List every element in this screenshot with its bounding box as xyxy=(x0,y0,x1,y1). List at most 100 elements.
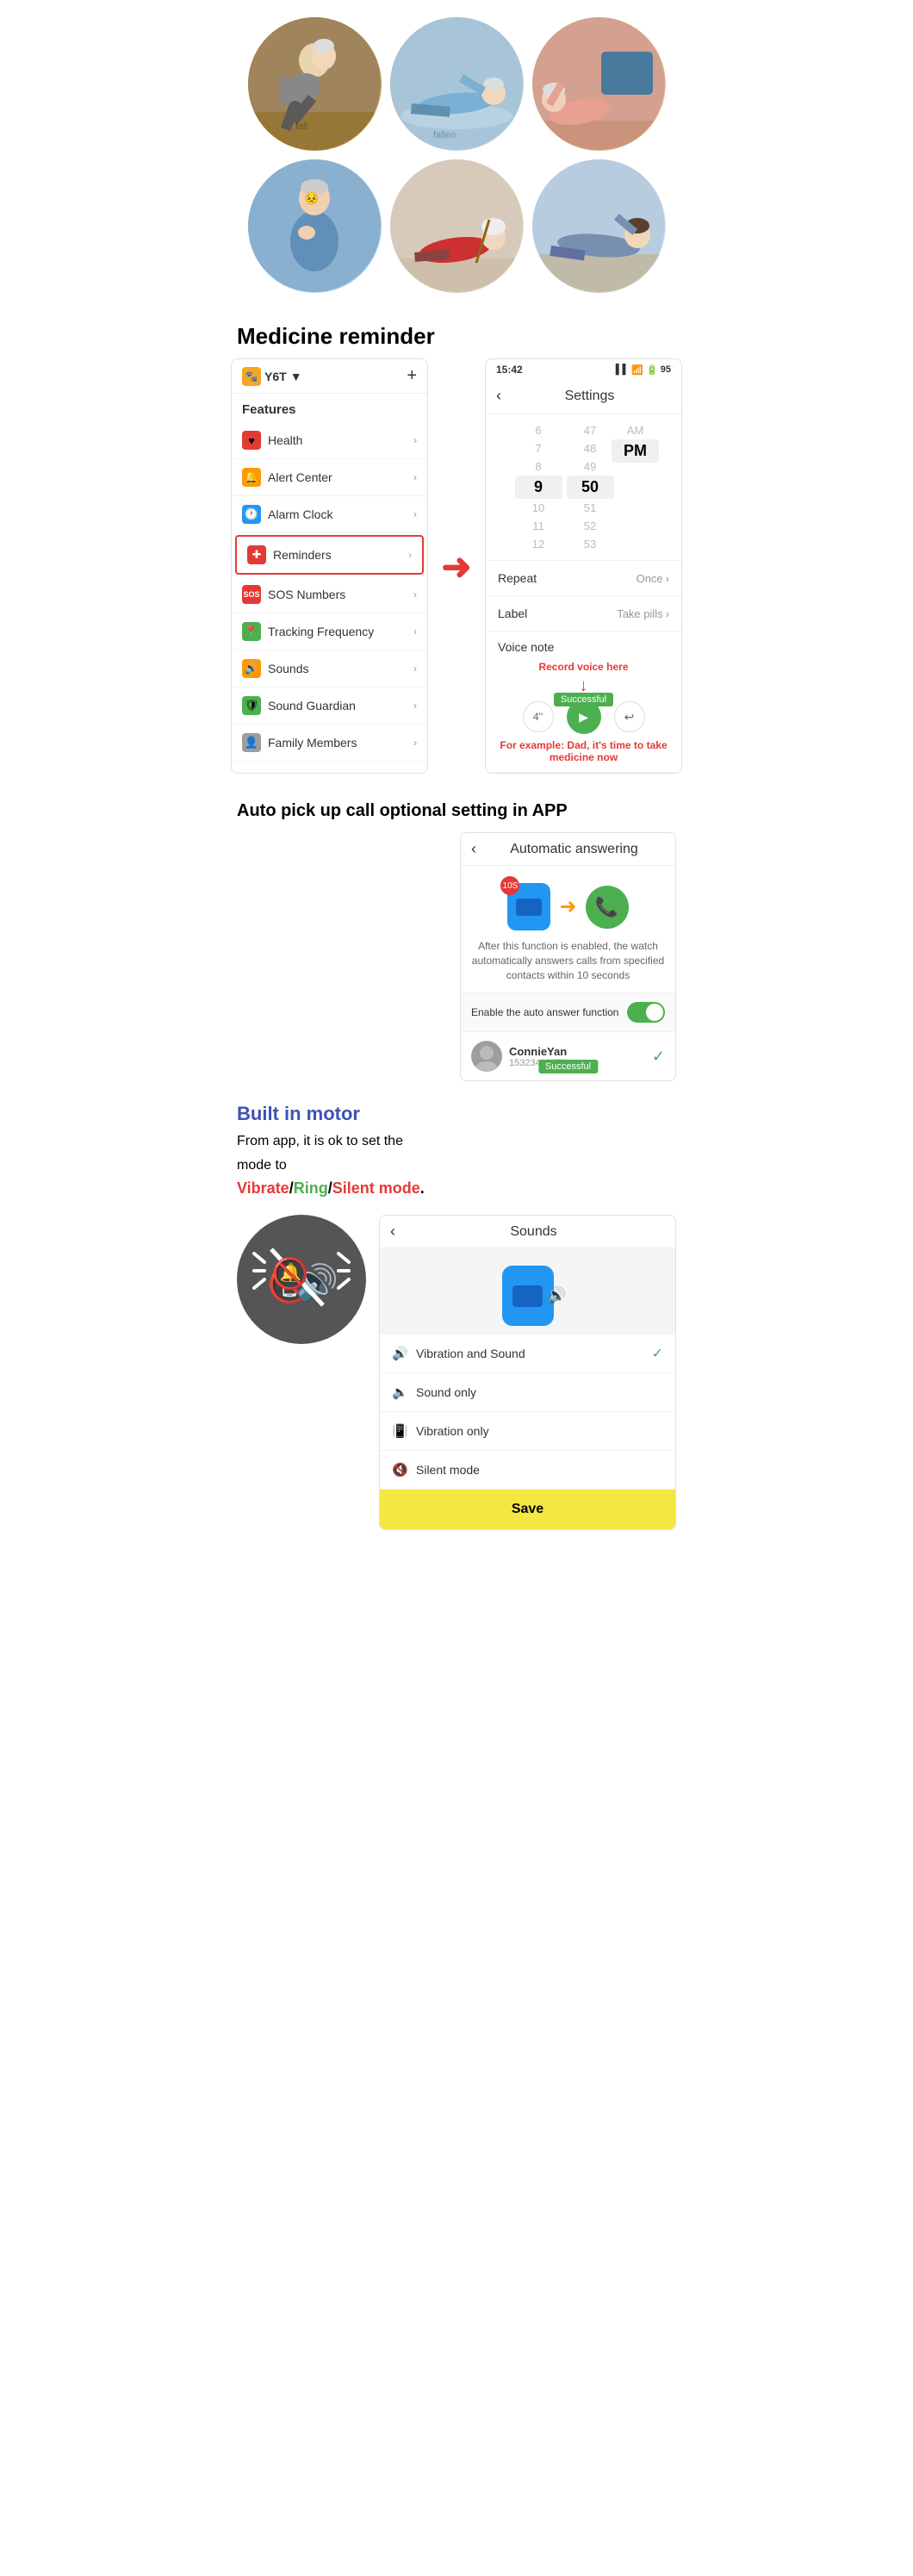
vibration-sound-check: ✓ xyxy=(652,1345,663,1362)
hour-column[interactable]: 6 7 8 9 10 11 12 xyxy=(512,421,564,553)
vibration-only-label: Vibration only xyxy=(416,1424,663,1438)
watch-screen xyxy=(516,899,542,916)
status-bar: 15:42 ▌▌ 📶 🔋 95 xyxy=(486,359,681,378)
min-53: 53 xyxy=(584,535,596,553)
silent-mode-text: Silent mode xyxy=(332,1179,420,1197)
sound-option-sound-only[interactable]: 🔈 Sound only xyxy=(380,1373,675,1412)
label-row[interactable]: Label Take pills › xyxy=(486,596,681,632)
hero-circle-4: 😣 xyxy=(248,159,382,293)
auto-description: After this function is enabled, the watc… xyxy=(461,939,675,992)
sos-chevron: › xyxy=(413,588,417,600)
logo-icon: 🐾 xyxy=(242,367,261,386)
feature-item-sounds[interactable]: 🔊 Sounds › xyxy=(232,650,427,688)
toggle-switch[interactable] xyxy=(627,1002,665,1023)
motor-section: Built in motor From app, it is ok to set… xyxy=(224,1090,689,1543)
watch-sound-container: 🔊 xyxy=(502,1266,554,1326)
motor-icon-circle: 📵 🔊 🔕 xyxy=(237,1215,366,1344)
family-icon: 👤 xyxy=(242,733,261,752)
alert-icon: 🔔 xyxy=(242,468,261,487)
auto-left-area xyxy=(237,832,451,1081)
reminders-icon: ✚ xyxy=(247,545,266,564)
feature-item-guardian[interactable]: 🛡 Sound Guardian › xyxy=(232,688,427,725)
ampm-am[interactable]: AM xyxy=(627,421,644,439)
min-50-selected[interactable]: 50 xyxy=(567,476,614,499)
min-49: 49 xyxy=(584,457,596,476)
health-chevron: › xyxy=(413,434,417,446)
sound-only-label: Sound only xyxy=(416,1385,663,1399)
sounds-chevron: › xyxy=(413,663,417,675)
vibrate-mode-text: Vibrate xyxy=(237,1179,289,1197)
red-arrow-container: ➜ xyxy=(435,358,478,774)
back-arrow-button[interactable]: ‹ xyxy=(496,387,501,405)
signal-icon: ▌▌ xyxy=(616,364,630,375)
auto-pickup-content: ‹ Automatic answering 10S ➜ 📞 After this… xyxy=(237,832,676,1081)
record-annotation: Record voice here xyxy=(498,661,669,673)
sound-option-vibration-and-sound[interactable]: 🔊 Vibration and Sound ✓ xyxy=(380,1335,675,1373)
dropdown-arrow[interactable]: ▼ xyxy=(290,370,302,383)
feature-item-family[interactable]: 👤 Family Members › xyxy=(232,725,427,762)
sound-option-silent-mode[interactable]: 🔇 Silent mode xyxy=(380,1451,675,1490)
repeat-row[interactable]: Repeat Once › xyxy=(486,561,681,596)
feature-item-sos[interactable]: SOS SOS Numbers › xyxy=(232,576,427,613)
feature-item-health[interactable]: ♥ Health › xyxy=(232,422,427,459)
features-label: Features xyxy=(232,394,427,422)
auto-pickup-title: Auto pick up call optional setting in AP… xyxy=(237,800,676,822)
sounds-back-button[interactable]: ‹ xyxy=(390,1223,395,1241)
settings-header: ‹ Settings xyxy=(486,378,681,414)
contact-name: ConnieYan xyxy=(509,1045,652,1058)
motor-content: 📵 🔊 🔕 ‹ Sounds xyxy=(237,1215,676,1530)
sound-option-vibration-only[interactable]: 📳 Vibration only xyxy=(380,1412,675,1451)
hero-circle-1: fall xyxy=(248,17,382,151)
circles-row-top: fall fallen xyxy=(233,17,680,151)
vibration-svg: 📵 🔊 🔕 xyxy=(245,1223,357,1335)
feature-item-alarm[interactable]: 🕐 Alarm Clock › xyxy=(232,496,427,533)
logo-icon-emoji: 🐾 xyxy=(245,370,258,383)
auto-icon-area: 10S ➜ 📞 xyxy=(461,866,675,939)
alarm-label: Alarm Clock xyxy=(268,507,413,521)
medicine-reminder-title: Medicine reminder xyxy=(224,310,689,358)
hero-section: fall fallen xyxy=(224,0,689,310)
timer-button[interactable]: 4'' xyxy=(523,701,554,732)
auto-pickup-section: Auto pick up call optional setting in AP… xyxy=(224,787,689,1090)
voice-note-label: Voice note xyxy=(498,640,669,654)
feature-item-reminders[interactable]: ✚ Reminders › xyxy=(235,535,424,575)
voice-controls: 4'' ▶ ↩ Successful xyxy=(498,700,669,734)
add-button[interactable]: + xyxy=(407,366,417,386)
health-icon: ♥ xyxy=(242,431,261,450)
alarm-icon: 🕐 xyxy=(242,505,261,524)
motor-desc-line1: From app, it is ok to set the xyxy=(237,1132,676,1151)
svg-text:fallen: fallen xyxy=(433,130,456,140)
hour-12: 12 xyxy=(532,535,544,553)
family-label: Family Members xyxy=(268,736,413,750)
phone-left-panel: 🐾 Y6T ▼ + Features ♥ Health › 🔔 Alert Ce… xyxy=(231,358,428,774)
vibration-sound-label: Vibration and Sound xyxy=(416,1347,652,1360)
auto-toggle-row: Enable the auto answer function xyxy=(461,992,675,1031)
check-icon: ✓ xyxy=(652,1048,665,1066)
minute-column[interactable]: 47 48 49 50 51 52 53 xyxy=(564,421,616,553)
silent-mode-label: Silent mode xyxy=(416,1463,663,1477)
label-field-label: Label xyxy=(498,607,527,620)
min-48: 48 xyxy=(584,439,596,457)
ampm-pm-selected[interactable]: PM xyxy=(612,439,659,463)
replay-button[interactable]: ↩ xyxy=(614,701,645,732)
tracking-chevron: › xyxy=(413,625,417,638)
feature-item-tracking[interactable]: 📍 Tracking Frequency › xyxy=(232,613,427,650)
reminders-label: Reminders xyxy=(273,548,408,562)
save-button[interactable]: Save xyxy=(380,1490,675,1529)
svg-text:fall: fall xyxy=(295,121,307,132)
min-52: 52 xyxy=(584,517,596,535)
time-picker[interactable]: 6 7 8 9 10 11 12 47 48 49 50 51 52 53 xyxy=(486,414,681,561)
example-text: For example: Dad, it's time to take medi… xyxy=(498,739,669,763)
auto-back-button[interactable]: ‹ xyxy=(471,840,476,858)
hero-circle-5 xyxy=(390,159,524,293)
auto-answer-panel: ‹ Automatic answering 10S ➜ 📞 After this… xyxy=(460,832,676,1081)
contact-success-badge: Successful xyxy=(538,1060,598,1073)
contact-avatar xyxy=(471,1041,502,1072)
hour-9-selected[interactable]: 9 xyxy=(515,476,562,499)
feature-item-alert[interactable]: 🔔 Alert Center › xyxy=(232,459,427,496)
ampm-column[interactable]: AM PM xyxy=(616,421,655,553)
sound-only-icon: 🔈 xyxy=(392,1384,409,1401)
svg-text:🔕: 🔕 xyxy=(271,1256,309,1291)
sounds-icon-area: 🔊 xyxy=(380,1248,675,1335)
guardian-chevron: › xyxy=(413,700,417,712)
